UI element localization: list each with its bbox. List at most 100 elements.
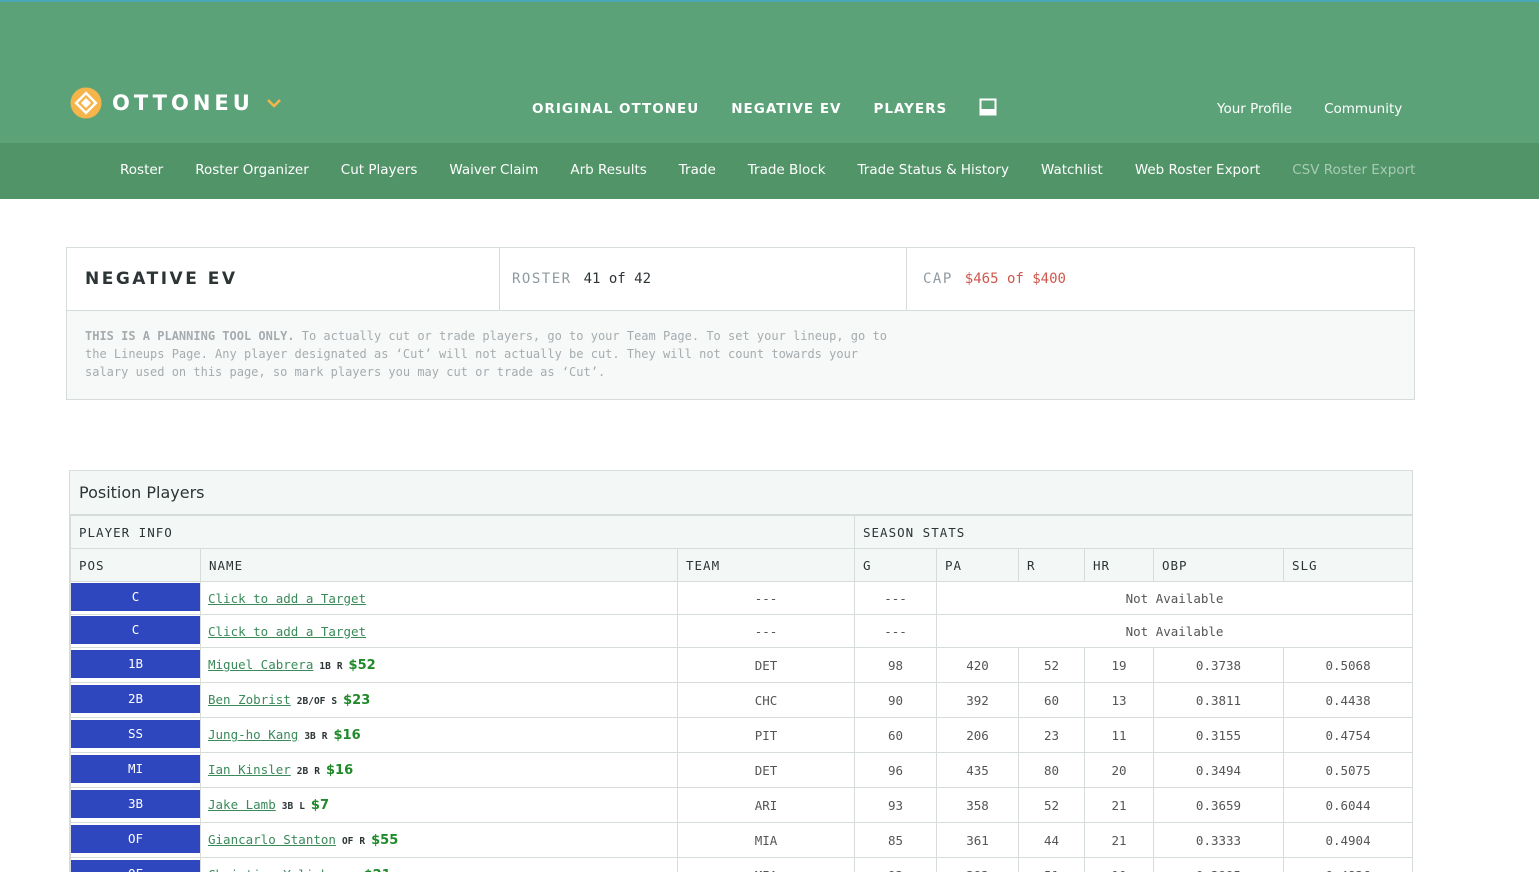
g-cell: 85 bbox=[854, 822, 937, 858]
player-name-link[interactable]: Ben Zobrist bbox=[208, 692, 291, 707]
player-name-link[interactable]: Christian Yelich bbox=[208, 867, 328, 872]
team-cell: CHC bbox=[677, 682, 855, 718]
team-cell: NEGATIVE EV bbox=[67, 248, 500, 310]
col-header-name[interactable]: NAME bbox=[200, 548, 678, 582]
position-badge[interactable]: SS bbox=[71, 719, 200, 748]
position-badge[interactable]: 3B bbox=[71, 789, 200, 818]
sub-nav: Roster Roster Organizer Cut Players Waiv… bbox=[0, 143, 1539, 199]
cap-value: $465 of $400 bbox=[964, 271, 1066, 287]
col-header-team[interactable]: TEAM bbox=[677, 548, 855, 582]
position-badge[interactable]: OF bbox=[71, 859, 200, 872]
r-cell: 51 bbox=[1018, 857, 1085, 872]
team-cell: ARI bbox=[677, 787, 855, 823]
hr-cell: 10 bbox=[1084, 857, 1154, 872]
obp-cell: 0.3738 bbox=[1153, 647, 1284, 683]
r-cell: 52 bbox=[1018, 787, 1085, 823]
players-body: C Click to add a Target --- --- Not Availabl… bbox=[70, 581, 1414, 872]
player-eligibility: 3B bbox=[304, 731, 316, 742]
subnav-watchlist[interactable]: Watchlist bbox=[1041, 162, 1103, 178]
col-header-r[interactable]: R bbox=[1018, 548, 1085, 582]
table-row: OF Giancarlo Stanton OF R $55 MIA 85 361 44 21 0.3… bbox=[70, 822, 1414, 858]
position-badge[interactable]: 2B bbox=[71, 684, 200, 713]
position-players-panel: Position Players PLAYER INFO SEASON STAT… bbox=[69, 470, 1414, 872]
col-header-obp[interactable]: OBP bbox=[1153, 548, 1284, 582]
col-header-g[interactable]: G bbox=[854, 548, 937, 582]
chevron-down-icon[interactable] bbox=[266, 95, 282, 111]
g-cell: 98 bbox=[854, 647, 937, 683]
table-row: C Click to add a Target --- --- Not Availabl… bbox=[70, 581, 1414, 615]
subnav-cut-players[interactable]: Cut Players bbox=[341, 162, 418, 178]
nav-community[interactable]: Community bbox=[1324, 101, 1402, 117]
roster-label: ROSTER bbox=[512, 271, 572, 287]
player-eligibility: 2B bbox=[296, 766, 309, 777]
col-header-pos[interactable]: POS bbox=[70, 548, 201, 582]
position-badge[interactable]: 1B bbox=[71, 649, 200, 678]
nav-negative-ev[interactable]: NEGATIVE EV bbox=[731, 101, 841, 117]
g-cell: 90 bbox=[854, 682, 937, 718]
position-badge[interactable]: MI bbox=[71, 754, 200, 783]
team-cell: DET bbox=[677, 752, 855, 788]
r-cell: 60 bbox=[1018, 682, 1085, 718]
brand-logo[interactable]: OTTONEU bbox=[70, 87, 282, 119]
team-cell: PIT bbox=[677, 717, 855, 753]
subnav-web-roster-export[interactable]: Web Roster Export bbox=[1135, 162, 1260, 178]
pa-cell: 358 bbox=[936, 787, 1019, 823]
pa-cell: 206 bbox=[936, 717, 1019, 753]
obp-cell: 0.3995 bbox=[1153, 857, 1284, 872]
obp-cell: 0.3333 bbox=[1153, 822, 1284, 858]
player-salary: $55 bbox=[371, 833, 399, 848]
team-cell: --- bbox=[677, 614, 855, 648]
subnav-arb-results[interactable]: Arb Results bbox=[570, 162, 646, 178]
player-name-link[interactable]: Jake Lamb bbox=[208, 797, 276, 812]
player-salary: $23 bbox=[343, 693, 371, 708]
team-cell: MIA bbox=[677, 822, 855, 858]
r-cell: 23 bbox=[1018, 717, 1085, 753]
player-name-link[interactable]: Giancarlo Stanton bbox=[208, 832, 336, 847]
group-header-player-info: PLAYER INFO bbox=[70, 515, 855, 549]
pa-cell: 420 bbox=[936, 647, 1019, 683]
col-header-pa[interactable]: PA bbox=[936, 548, 1019, 582]
player-salary: $21 bbox=[364, 868, 391, 872]
obp-cell: 0.3659 bbox=[1153, 787, 1284, 823]
subnav-roster[interactable]: Roster bbox=[120, 162, 163, 178]
table-row: 1B Miguel Cabrera 1B R $52 DET 98 420 52 19 0.3738… bbox=[70, 647, 1414, 683]
position-badge[interactable]: C bbox=[71, 615, 200, 644]
main-nav: ORIGINAL OTTONEU NEGATIVE EV PLAYERS bbox=[532, 98, 997, 118]
player-bats: S bbox=[331, 696, 338, 707]
table-row: MI Ian Kinsler 2B R $16 DET 96 435 80 20 0.3494 0.5… bbox=[70, 752, 1414, 788]
slg-cell: 0.5068 bbox=[1282, 647, 1414, 683]
notice-bold: THIS IS A PLANNING TOOL ONLY. bbox=[85, 329, 295, 343]
nav-your-profile[interactable]: Your Profile bbox=[1217, 101, 1292, 117]
player-bats: R bbox=[321, 731, 328, 742]
table-row: 3B Jake Lamb 3B L $7 ARI 93 358 52 21 0.3659 0.6044 bbox=[70, 787, 1414, 823]
obp-cell: 0.3494 bbox=[1153, 752, 1284, 788]
position-badge[interactable]: OF bbox=[71, 824, 200, 853]
g-cell: 93 bbox=[854, 857, 937, 872]
add-target-link[interactable]: Click to add a Target bbox=[208, 591, 366, 606]
g-cell: --- bbox=[854, 581, 937, 615]
subnav-trade-status-history[interactable]: Trade Status & History bbox=[858, 162, 1009, 178]
roster-cell: ROSTER 41 of 42 bbox=[500, 248, 907, 310]
slg-cell: 0.4904 bbox=[1282, 822, 1414, 858]
nav-players[interactable]: PLAYERS bbox=[874, 101, 948, 117]
col-header-hr[interactable]: HR bbox=[1084, 548, 1154, 582]
subnav-roster-organizer[interactable]: Roster Organizer bbox=[195, 162, 309, 178]
subnav-trade-block[interactable]: Trade Block bbox=[748, 162, 826, 178]
player-eligibility: 1B bbox=[319, 661, 331, 672]
add-target-link[interactable]: Click to add a Target bbox=[208, 624, 366, 639]
player-name-link[interactable]: Miguel Cabrera bbox=[208, 657, 313, 672]
player-name-link[interactable]: Ian Kinsler bbox=[208, 762, 291, 777]
nav-original-ottoneu[interactable]: ORIGINAL OTTONEU bbox=[532, 101, 699, 117]
g-cell: 96 bbox=[854, 752, 937, 788]
player-name-link[interactable]: Jung-ho Kang bbox=[208, 727, 298, 742]
position-badge[interactable]: C bbox=[71, 582, 200, 611]
subnav-trade[interactable]: Trade bbox=[679, 162, 716, 178]
not-available-cell: Not Available bbox=[935, 581, 1414, 615]
inbox-icon[interactable] bbox=[979, 98, 997, 116]
subnav-csv-roster-export: CSV Roster Export bbox=[1292, 162, 1416, 178]
group-header-season-stats: SEASON STATS bbox=[853, 515, 1414, 549]
subnav-waiver-claim[interactable]: Waiver Claim bbox=[449, 162, 538, 178]
team-name: NEGATIVE EV bbox=[85, 269, 238, 289]
hr-cell: 20 bbox=[1084, 752, 1154, 788]
col-header-slg[interactable]: SLG bbox=[1282, 548, 1414, 582]
